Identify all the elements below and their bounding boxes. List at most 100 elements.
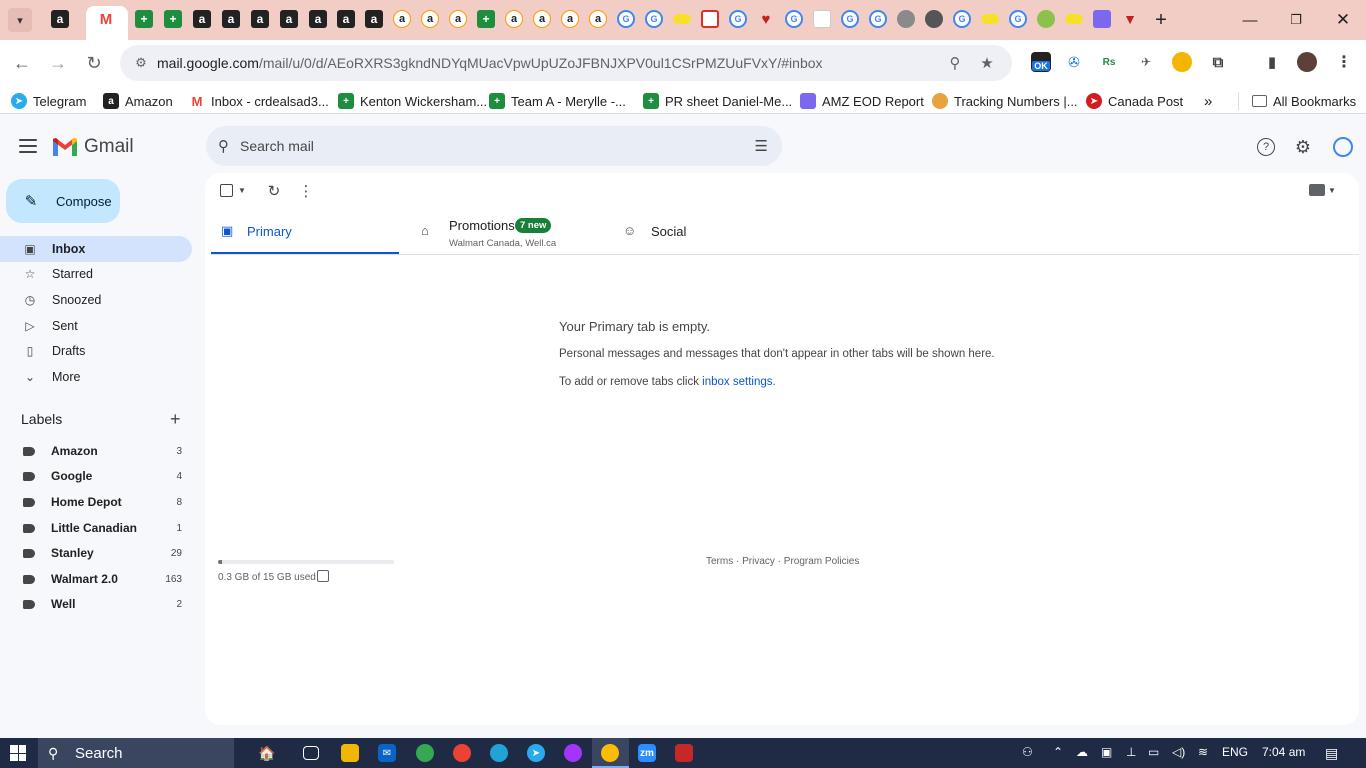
amazon-tab-icon[interactable]: a: [505, 10, 523, 28]
nav-starred[interactable]: ☆ Starred: [0, 261, 192, 287]
refresh-icon[interactable]: ↻: [265, 182, 283, 200]
label-home-depot[interactable]: Home Depot 8: [0, 490, 192, 514]
search-options-icon[interactable]: ☰: [755, 137, 768, 155]
help-icon[interactable]: ?: [1257, 138, 1275, 156]
windows-start-icon[interactable]: [10, 745, 26, 761]
chrome-menu-icon[interactable]: ⋮: [1334, 52, 1354, 72]
gmail-tab-icon[interactable]: M: [97, 10, 115, 28]
forward-icon[interactable]: →: [45, 50, 71, 76]
clickup-tab-icon[interactable]: [1093, 10, 1111, 28]
amazon-tab-icon[interactable]: a: [193, 10, 211, 28]
extension-ok-icon[interactable]: OK: [1031, 52, 1051, 72]
label-stanley[interactable]: Stanley 29: [0, 541, 192, 565]
amazon-tab-icon[interactable]: a: [51, 10, 69, 28]
chrome-app-icon[interactable]: [416, 744, 434, 762]
select-all-checkbox[interactable]: [220, 184, 233, 197]
amazon-tab-icon[interactable]: a: [421, 10, 439, 28]
inbox-settings-link[interactable]: inbox settings: [702, 376, 772, 388]
back-icon[interactable]: ←: [9, 50, 35, 76]
red-app-icon[interactable]: [675, 744, 693, 762]
bookmark-amz-eod[interactable]: AMZ EOD Report: [800, 92, 924, 110]
red-tab-icon[interactable]: [701, 10, 719, 28]
google-tab-icon[interactable]: G: [645, 10, 663, 28]
more-bookmarks-icon[interactable]: »: [1204, 92, 1212, 110]
google-tab-icon[interactable]: G: [953, 10, 971, 28]
tab-social[interactable]: ☺ Social: [613, 208, 813, 255]
onedrive-icon[interactable]: ☁: [1076, 745, 1088, 759]
chrome-profile-icon[interactable]: [453, 744, 471, 762]
amazon-tab-icon[interactable]: a: [251, 10, 269, 28]
restore-icon[interactable]: ❐: [1284, 8, 1308, 32]
messenger-icon[interactable]: [564, 744, 582, 762]
taskbar-search[interactable]: ⚲ Search: [38, 738, 234, 768]
google-tab-icon[interactable]: G: [1009, 10, 1027, 28]
keyboard-icon[interactable]: [1309, 184, 1325, 196]
amazon-tab-icon[interactable]: a: [533, 10, 551, 28]
chevron-up-icon[interactable]: ⌃: [1053, 745, 1063, 759]
battery-icon[interactable]: ▭: [1148, 745, 1159, 759]
search-input[interactable]: [240, 134, 740, 158]
bookmark-team-a[interactable]: + Team A - Merylle -...: [489, 92, 626, 110]
clock[interactable]: 7:04 am: [1262, 745, 1305, 759]
label-google[interactable]: Google 4: [0, 464, 192, 488]
address-bar[interactable]: ⚙ mail.google.com/mail/u/0/d/AEoRXRS3gkn…: [120, 45, 1012, 81]
all-bookmarks[interactable]: All Bookmarks: [1252, 92, 1356, 110]
google-tab-icon[interactable]: G: [869, 10, 887, 28]
camera-icon[interactable]: ▣: [1101, 745, 1112, 759]
amazon-tab-icon[interactable]: a: [561, 10, 579, 28]
amazon-tab-icon[interactable]: a: [309, 10, 327, 28]
extension-honey-icon[interactable]: [1172, 52, 1192, 72]
label-well[interactable]: Well 2: [0, 592, 192, 616]
search-icon[interactable]: ⚲: [218, 137, 229, 155]
edge-icon[interactable]: [490, 744, 508, 762]
zoom-icon[interactable]: ⚲: [945, 53, 965, 73]
file-explorer-icon[interactable]: [341, 744, 359, 762]
main-menu-icon[interactable]: [16, 134, 40, 158]
gmail-logo[interactable]: Gmail: [52, 136, 134, 158]
sheets-tab-icon[interactable]: +: [164, 10, 182, 28]
bookmark-amazon[interactable]: a Amazon: [103, 92, 173, 110]
yellow-tab-icon[interactable]: [673, 14, 691, 24]
nav-sent[interactable]: ▷ Sent: [0, 313, 192, 339]
amazon-tab-icon[interactable]: a: [365, 10, 383, 28]
extension-rs-icon[interactable]: Rs: [1099, 52, 1119, 72]
close-window-icon[interactable]: ✕: [1331, 8, 1355, 32]
profile-avatar[interactable]: [1297, 52, 1317, 72]
side-panel-icon[interactable]: ▮: [1262, 52, 1282, 72]
extension-plane-icon[interactable]: ✈: [1136, 52, 1156, 72]
bookmark-gmail-inbox[interactable]: M Inbox - crdealsad3...: [189, 92, 329, 110]
amazon-tab-icon[interactable]: a: [449, 10, 467, 28]
microphone-icon[interactable]: ⊥: [1126, 745, 1136, 759]
mail-app-icon[interactable]: ✉: [378, 744, 396, 762]
label-little-canadian[interactable]: Little Canadian 1: [0, 516, 192, 540]
telegram-app-icon[interactable]: ➤: [527, 744, 545, 762]
sheets-tab-icon[interactable]: +: [477, 10, 495, 28]
triangle-tab-icon[interactable]: ▼: [1121, 10, 1139, 28]
reload-icon[interactable]: ↻: [81, 50, 107, 76]
compose-button[interactable]: ✎ Compose: [6, 179, 120, 223]
bookmark-canada-post[interactable]: ➤ Canada Post: [1086, 92, 1183, 110]
yellow-tab-icon[interactable]: [1065, 14, 1083, 24]
url-text[interactable]: mail.google.com/mail/u/0/d/AEoRXRS3gkndN…: [157, 55, 823, 71]
nav-drafts[interactable]: ▯ Drafts: [0, 338, 192, 364]
tab-search-chevron-icon[interactable]: ▾: [8, 8, 32, 32]
bookmark-kenton[interactable]: + Kenton Wickersham...: [338, 92, 487, 110]
notification-icon[interactable]: ▤: [1325, 745, 1338, 762]
google-tab-icon[interactable]: G: [785, 10, 803, 28]
chrome-tab-icon[interactable]: [925, 10, 943, 28]
tab-primary[interactable]: ▣ Primary: [211, 208, 399, 255]
add-label-icon[interactable]: +: [170, 409, 181, 430]
tab-promotions[interactable]: ⌂ Promotions 7 new Walmart Canada, Well.…: [411, 208, 611, 255]
google-tab-icon[interactable]: G: [729, 10, 747, 28]
amazon-tab-icon[interactable]: a: [393, 10, 411, 28]
nav-snoozed[interactable]: ◷ Snoozed: [0, 287, 192, 313]
amazon-tab-icon[interactable]: a: [337, 10, 355, 28]
bookmark-telegram[interactable]: ➤ Telegram: [11, 92, 86, 110]
minimize-icon[interactable]: —: [1238, 8, 1262, 32]
yellow-tab-icon[interactable]: [981, 14, 999, 24]
globe-tab-icon[interactable]: [897, 10, 915, 28]
site-info-icon[interactable]: ⚙: [132, 54, 150, 72]
amazon-tab-icon[interactable]: a: [222, 10, 240, 28]
language-indicator[interactable]: ENG: [1222, 745, 1248, 759]
label-amazon[interactable]: Amazon 3: [0, 439, 192, 463]
